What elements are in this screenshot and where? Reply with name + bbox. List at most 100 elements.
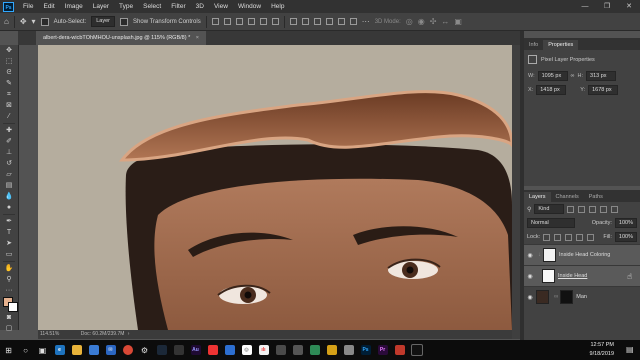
menu-3d[interactable]: 3D: [196, 3, 204, 10]
document-tab[interactable]: albert-dera-wicbTOhMHOU-unsplash.jpg @ 1…: [36, 31, 206, 45]
close-button[interactable]: ✕: [618, 0, 640, 13]
brush-tool-icon[interactable]: ✐: [0, 136, 18, 147]
notification-icon[interactable]: ▤: [626, 345, 636, 355]
y-field[interactable]: 1678 px: [588, 85, 619, 95]
layer-name[interactable]: Man: [576, 294, 587, 300]
minimize-button[interactable]: —: [574, 0, 596, 13]
mask-link-icon[interactable]: ∞: [554, 294, 558, 300]
lock-position-icon[interactable]: [565, 233, 573, 241]
quick-mask-icon[interactable]: ◙: [0, 312, 18, 323]
restore-button[interactable]: ❐: [596, 0, 618, 13]
app-icon[interactable]: ◎: [238, 340, 255, 360]
align-horizontal-center-icon[interactable]: [259, 18, 267, 25]
filter-pixel-icon[interactable]: [567, 205, 575, 213]
eraser-tool-icon[interactable]: ▱: [0, 169, 18, 180]
gradient-tool-icon[interactable]: ▤: [0, 180, 18, 191]
app-icon[interactable]: [221, 340, 238, 360]
pen-tool-icon[interactable]: ✒: [0, 216, 18, 227]
menu-layer[interactable]: Layer: [93, 3, 109, 10]
menu-window[interactable]: Window: [238, 3, 261, 10]
lock-all-icon[interactable]: [587, 233, 595, 241]
filter-smart-object-icon[interactable]: [611, 205, 619, 213]
3d-roll-icon[interactable]: ◉: [418, 17, 425, 26]
menu-filter[interactable]: Filter: [171, 3, 185, 10]
marquee-tool-icon[interactable]: ⬚: [0, 56, 18, 67]
tab-layers[interactable]: Layers: [524, 192, 551, 202]
blend-mode-dropdown[interactable]: Normal: [527, 218, 575, 228]
filter-shape-icon[interactable]: [600, 205, 608, 213]
history-brush-tool-icon[interactable]: ↺: [0, 158, 18, 169]
align-bottom-icon[interactable]: [235, 18, 243, 25]
menu-select[interactable]: Select: [143, 3, 161, 10]
3d-orbit-icon[interactable]: ◎: [406, 17, 413, 26]
link-icon[interactable]: ∞: [571, 73, 575, 79]
audition-icon[interactable]: Au: [187, 340, 204, 360]
3d-pan-icon[interactable]: ✣: [430, 17, 437, 26]
menu-image[interactable]: Image: [65, 3, 83, 10]
status-menu-icon[interactable]: ›: [128, 331, 130, 337]
menu-help[interactable]: Help: [271, 3, 284, 10]
close-tab-icon[interactable]: ×: [196, 35, 199, 41]
eyedropper-tool-icon[interactable]: ⁄: [0, 111, 18, 122]
menu-view[interactable]: View: [214, 3, 228, 10]
distribute-top-icon[interactable]: [289, 18, 297, 25]
vertical-scrollbar[interactable]: [512, 45, 520, 339]
app-icon[interactable]: [408, 340, 425, 360]
distribute-right-icon[interactable]: [349, 18, 357, 25]
align-vertical-center-icon[interactable]: [223, 18, 231, 25]
task-view-icon[interactable]: ▣: [34, 340, 51, 360]
tool-preset-chevron-icon[interactable]: ▾: [32, 17, 36, 26]
app-icon[interactable]: [391, 340, 408, 360]
steam-icon[interactable]: [153, 340, 170, 360]
filter-kind-dropdown[interactable]: Kind: [534, 204, 565, 214]
system-clock[interactable]: 12:57 PM 9/18/2019: [590, 341, 614, 359]
transform-controls-checkbox[interactable]: [120, 17, 129, 26]
x-field[interactable]: 1418 px: [536, 85, 567, 95]
layer-name[interactable]: Inside Head Coloring: [559, 252, 610, 258]
app-icon[interactable]: [323, 340, 340, 360]
width-field[interactable]: 1095 px: [537, 71, 568, 81]
app-icon[interactable]: [170, 340, 187, 360]
edit-toolbar-icon[interactable]: ···: [0, 285, 18, 296]
app-icon[interactable]: [340, 340, 357, 360]
filter-type-icon[interactable]: [589, 205, 597, 213]
move-tool-icon[interactable]: ✥: [0, 45, 18, 56]
clone-stamp-tool-icon[interactable]: ⊥: [0, 147, 18, 158]
tab-info[interactable]: Info: [524, 40, 543, 50]
filter-adjustment-icon[interactable]: [578, 205, 586, 213]
3d-scale-icon[interactable]: ▣: [454, 17, 462, 26]
lock-transparent-icon[interactable]: [543, 233, 551, 241]
align-right-icon[interactable]: [271, 18, 279, 25]
audacity-icon[interactable]: ılı: [255, 340, 272, 360]
more-options-icon[interactable]: ···: [362, 17, 370, 26]
layer-name[interactable]: Inside Head: [558, 273, 587, 279]
layer-row[interactable]: ◉ Inside Head ☝: [524, 265, 640, 286]
zoom-level[interactable]: 114.51%: [40, 331, 59, 337]
search-icon[interactable]: ○: [17, 340, 34, 360]
app-icon[interactable]: [272, 340, 289, 360]
windows-start-icon[interactable]: ⊞: [0, 340, 17, 360]
menu-edit[interactable]: Edit: [43, 3, 54, 10]
tab-channels[interactable]: Channels: [551, 192, 584, 202]
align-left-icon[interactable]: [247, 18, 255, 25]
type-tool-icon[interactable]: T: [0, 227, 18, 238]
auto-select-checkbox[interactable]: [40, 17, 49, 26]
lock-artboard-icon[interactable]: [576, 233, 584, 241]
healing-brush-tool-icon[interactable]: ✚: [0, 125, 18, 136]
visibility-eye-icon[interactable]: ◉: [524, 252, 536, 259]
home-icon[interactable]: ⌂: [4, 17, 9, 26]
distribute-left-icon[interactable]: [325, 18, 333, 25]
hand-tool-icon[interactable]: ✋: [0, 263, 18, 274]
lasso-tool-icon[interactable]: ᘓ: [0, 67, 18, 78]
menu-type[interactable]: Type: [119, 3, 133, 10]
move-tool-icon[interactable]: ✥: [20, 17, 27, 26]
background-color-swatch[interactable]: [8, 302, 18, 312]
settings-gear-icon[interactable]: ⚙: [136, 340, 153, 360]
screen-mode-icon[interactable]: ▢: [0, 323, 18, 334]
distribute-center-icon[interactable]: [301, 18, 309, 25]
3d-slide-icon[interactable]: ↔: [441, 17, 449, 26]
crop-tool-icon[interactable]: ⌗: [0, 89, 18, 100]
chrome-icon[interactable]: [119, 340, 136, 360]
app-icon[interactable]: [204, 340, 221, 360]
frame-tool-icon[interactable]: ⊠: [0, 100, 18, 111]
